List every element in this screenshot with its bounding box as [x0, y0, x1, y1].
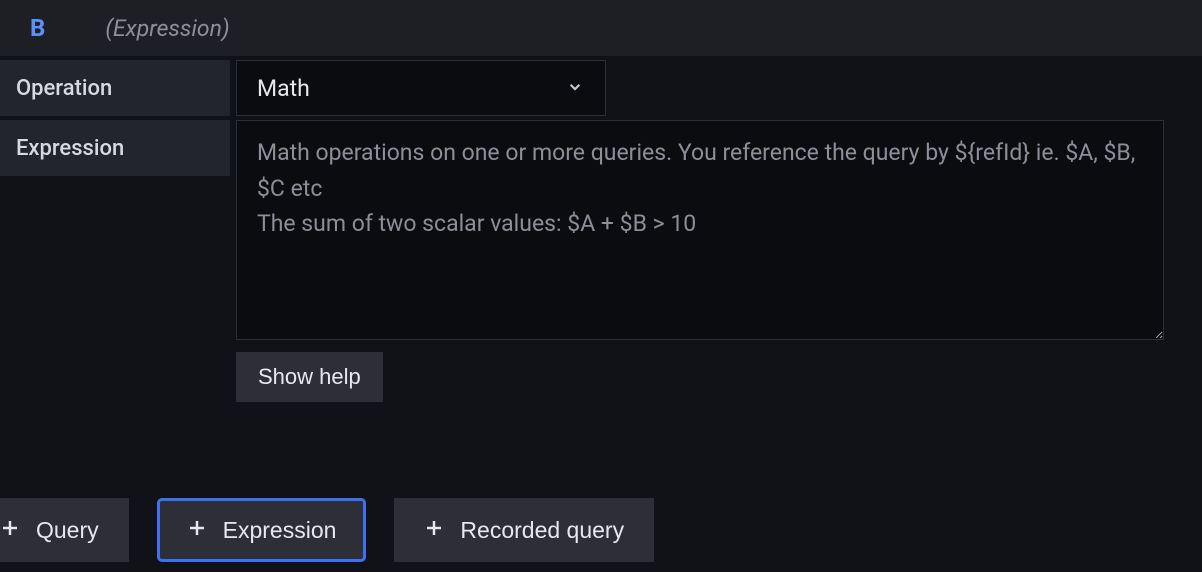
expression-textarea[interactable] — [236, 120, 1164, 340]
plus-icon — [424, 517, 444, 544]
plus-icon — [187, 517, 207, 544]
show-help-button[interactable]: Show help — [236, 352, 383, 402]
add-query-button[interactable]: Query — [0, 498, 129, 562]
bottom-action-bar: Query Expression Recorded query — [0, 498, 654, 572]
expression-type-tag: (Expression) — [105, 15, 229, 42]
add-expression-button[interactable]: Expression — [157, 498, 367, 562]
show-help-row: Show help — [236, 352, 1202, 402]
expression-label: Expression — [0, 120, 230, 176]
add-recorded-query-button[interactable]: Recorded query — [394, 498, 654, 562]
expression-header: B (Expression) — [0, 0, 1202, 56]
ref-id-label[interactable]: B — [30, 14, 45, 42]
add-recorded-query-label: Recorded query — [460, 517, 624, 544]
expression-row: Expression — [0, 120, 1202, 340]
plus-icon — [0, 517, 20, 544]
operation-label: Operation — [0, 60, 230, 116]
expression-form: Operation Math Expression Show help — [0, 60, 1202, 402]
operation-select-value[interactable]: Math — [236, 60, 606, 116]
operation-row: Operation Math — [0, 60, 1202, 116]
add-expression-label: Expression — [223, 517, 337, 544]
add-query-label: Query — [36, 517, 99, 544]
operation-select[interactable]: Math — [236, 60, 606, 116]
